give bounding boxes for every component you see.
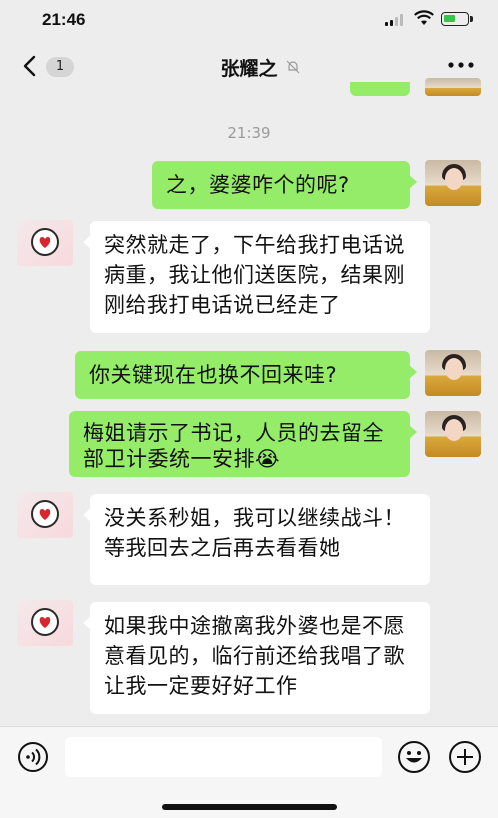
contact-avatar[interactable] (17, 600, 73, 646)
voice-icon[interactable] (17, 741, 49, 773)
my-avatar[interactable] (425, 160, 481, 206)
message-timestamp: 21:39 (227, 124, 271, 142)
home-indicator (162, 804, 337, 810)
message-input[interactable] (65, 737, 382, 777)
chat-header: 1 张耀之 (0, 40, 498, 92)
plus-icon[interactable] (448, 740, 482, 774)
my-avatar[interactable] (425, 411, 481, 457)
message-text: 如果我中途撤离我外婆也是不愿意看见的，临行前还给我唱了歌让我一定要好好工作 (104, 614, 405, 698)
heart-icon (31, 608, 59, 636)
message-text: 突然就走了，下午给我打电话说病重，我让他们送医院，结果刚刚给我打电话说已经走了 (104, 233, 405, 317)
wifi-icon (414, 10, 434, 25)
input-bar (0, 726, 498, 818)
emoji-icon[interactable] (397, 740, 431, 774)
bell-off-icon (286, 60, 300, 74)
message-bubble-sent[interactable]: 梅姐请示了书记，人员的去留全部卫计委统一安排😭 (69, 411, 417, 477)
status-time: 21:46 (42, 10, 86, 29)
heart-icon (31, 500, 59, 528)
my-avatar[interactable] (425, 78, 481, 96)
contact-avatar[interactable] (17, 492, 73, 538)
contact-name[interactable]: 张耀之 (0, 54, 498, 81)
signal-icon (385, 14, 407, 26)
more-icon[interactable] (446, 60, 476, 70)
message-text: 没关系秒姐，我可以继续战斗！等我回去之后再去看看她 (104, 506, 405, 560)
chat-area[interactable]: 21:39 之，婆婆咋个的呢? 突然就走了，下午给我打电话说病重，我让他们送医院… (0, 78, 498, 726)
message-text: 梅姐请示了书记，人员的去留全部卫计委统一安排😭 (83, 421, 384, 471)
message-bubble-received[interactable]: 没关系秒姐，我可以继续战斗！等我回去之后再去看看她 (83, 494, 430, 585)
heart-icon (31, 228, 59, 256)
contact-avatar[interactable] (17, 220, 73, 266)
message-text: 你关键现在也换不回来哇? (89, 363, 338, 387)
message-bubble-received[interactable]: 如果我中途撤离我外婆也是不愿意看见的，临行前还给我唱了歌让我一定要好好工作 (83, 602, 430, 714)
my-avatar[interactable] (425, 350, 481, 396)
message-bubble-sent[interactable]: 你关键现在也换不回来哇? (75, 351, 417, 399)
message-text: 之，婆婆咋个的呢? (166, 173, 350, 197)
battery-icon (441, 12, 473, 26)
message-bubble-received[interactable]: 突然就走了，下午给我打电话说病重，我让他们送医院，结果刚刚给我打电话说已经走了 (83, 221, 430, 333)
status-bar: 21:46 (0, 0, 498, 40)
message-bubble-sent[interactable]: 之，婆婆咋个的呢? (152, 161, 417, 209)
previous-message-bubble[interactable] (350, 82, 410, 96)
